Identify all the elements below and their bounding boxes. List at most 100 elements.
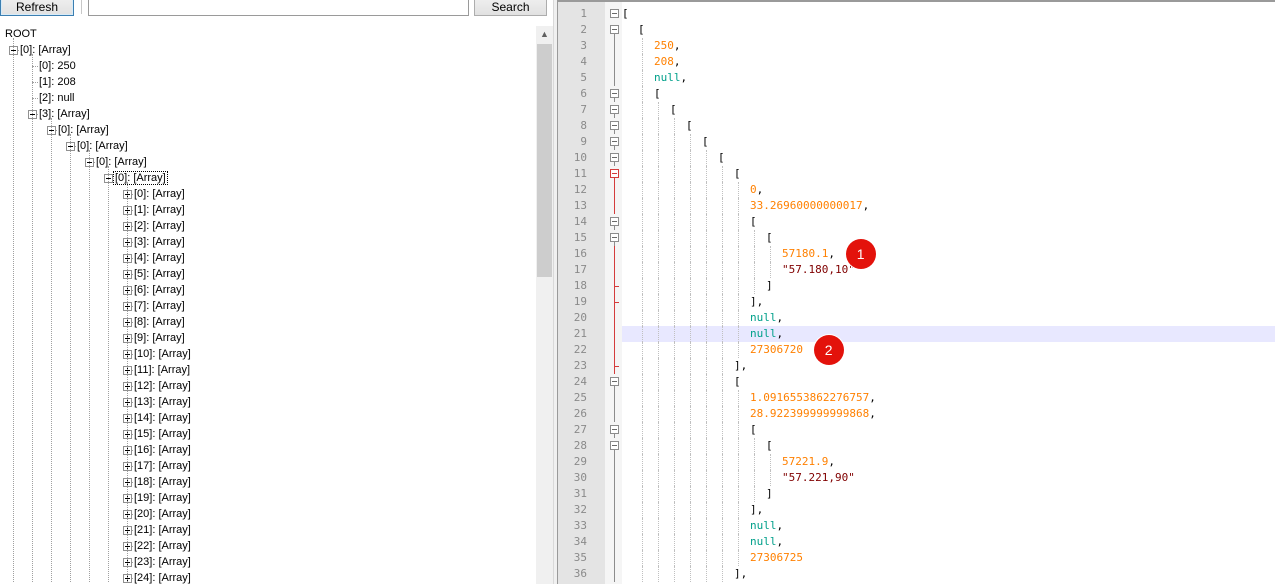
scroll-up-arrow-icon[interactable]: ▲ (536, 26, 553, 43)
code-line[interactable]: null, (750, 310, 783, 326)
code-line[interactable]: [ (734, 166, 741, 182)
code-line[interactable]: 33.26960000000017, (750, 198, 869, 214)
code-line[interactable]: [ (622, 6, 629, 22)
code-line[interactable]: [ (750, 422, 757, 438)
tree-node[interactable]: [0]: [Array] (133, 186, 186, 202)
tree-node[interactable]: [1]: [Array] (133, 202, 186, 218)
line-number: 33 (573, 519, 587, 532)
tree-node[interactable]: [9]: [Array] (133, 330, 186, 346)
tree-node[interactable]: [2]: null (38, 90, 75, 106)
code-line[interactable]: 208, (654, 54, 681, 70)
tree-node[interactable]: [1]: 208 (38, 74, 77, 90)
code-line[interactable]: 1.0916553862276757, (750, 390, 876, 406)
code-line[interactable]: [ (654, 86, 661, 102)
code-line[interactable]: 57180.1, (782, 246, 835, 262)
tree-node[interactable]: [11]: [Array] (133, 362, 191, 378)
code-editor[interactable]: 1 2 3 4 5 6 7 8 9 10 11 12 13 14 15 16 17 18 19 20 21 22 23 24 2… (557, 0, 1275, 584)
code-line[interactable]: null, (750, 534, 783, 550)
tree-root[interactable]: ROOT (4, 26, 38, 42)
code-line[interactable]: [ (766, 438, 773, 454)
code-line[interactable]: ], (750, 502, 763, 518)
code-line[interactable]: 250, (654, 38, 681, 54)
scrollbar-thumb[interactable] (537, 44, 552, 277)
fold-toggle-icon[interactable] (610, 377, 619, 386)
tree-node-label: [20]: [Array] (134, 508, 191, 520)
search-input[interactable] (88, 0, 469, 16)
fold-toggle-icon[interactable] (610, 121, 619, 130)
tree-node[interactable]: [3]: [Array] (133, 234, 186, 250)
code-line[interactable]: "57.221,90" (782, 470, 855, 486)
code-line[interactable]: 57221.9, (782, 454, 835, 470)
tree-node[interactable]: [15]: [Array] (133, 426, 192, 442)
tree-node[interactable]: [6]: [Array] (133, 282, 186, 298)
tree-node[interactable]: [14]: [Array] (133, 410, 192, 426)
line-number: 15 (573, 231, 587, 244)
fold-toggle-icon[interactable] (610, 25, 619, 34)
code-line[interactable]: [ (686, 118, 693, 134)
code-line[interactable]: null, (750, 518, 783, 534)
fold-toggle-icon[interactable] (610, 233, 619, 242)
code-line[interactable]: ], (750, 294, 763, 310)
tree-node[interactable]: [23]: [Array] (133, 554, 192, 570)
tree-node[interactable]: [19]: [Array] (133, 490, 192, 506)
code-line[interactable]: 27306720 (750, 342, 803, 358)
code-line[interactable]: 27306725 (750, 550, 803, 566)
code-line[interactable]: [ (734, 374, 741, 390)
tree-node[interactable]: [0]: [Array] (19, 42, 72, 58)
code-line[interactable]: ], (734, 358, 747, 374)
code-line[interactable]: 28.922399999999868, (750, 406, 876, 422)
code-token: , (673, 39, 681, 52)
code-line[interactable]: ] (766, 486, 773, 502)
tree-node[interactable]: [0]: [Array] (113, 170, 168, 186)
refresh-button[interactable]: Refresh (0, 0, 74, 16)
fold-toggle-icon[interactable] (610, 105, 619, 114)
tree-node[interactable]: [22]: [Array] (133, 538, 192, 554)
tree-node[interactable]: [12]: [Array] (133, 378, 192, 394)
search-button[interactable]: Search (474, 0, 547, 16)
tree-node[interactable]: [4]: [Array] (133, 250, 186, 266)
tree-scrollbar[interactable]: ▲ (536, 26, 553, 584)
code-line[interactable]: ] (766, 278, 773, 294)
code-line[interactable]: 0, (750, 182, 763, 198)
fold-toggle-icon[interactable] (610, 441, 619, 450)
tree-node[interactable]: [0]: [Array] (57, 122, 110, 138)
tree-node[interactable]: [8]: [Array] (133, 314, 186, 330)
tree-node[interactable]: [13]: [Array] (133, 394, 192, 410)
tree-node[interactable]: [7]: [Array] (133, 298, 186, 314)
code-area[interactable]: [[250, 208, null,[[[[[[0, 33.26960000000017… (622, 2, 1275, 584)
tree-node[interactable]: [10]: [Array] (133, 346, 192, 362)
tree-node[interactable]: [0]: 250 (38, 58, 77, 74)
code-token: [ (718, 151, 725, 164)
fold-toggle-icon[interactable] (610, 425, 619, 434)
tree-node[interactable]: [5]: [Array] (133, 266, 186, 282)
fold-toggle-icon[interactable] (610, 9, 619, 18)
tree-node[interactable]: [18]: [Array] (133, 474, 192, 490)
fold-toggle-icon[interactable] (610, 169, 619, 178)
tree-node[interactable]: [20]: [Array] (133, 506, 192, 522)
code-line[interactable]: [ (766, 230, 773, 246)
tree-node[interactable]: [0]: [Array] (95, 154, 148, 170)
code-line[interactable]: [ (750, 214, 757, 230)
tree-node[interactable]: [0]: [Array] (76, 138, 129, 154)
code-line[interactable]: [ (638, 22, 645, 38)
code-line[interactable]: ], (734, 566, 747, 582)
tree-node[interactable]: [16]: [Array] (133, 442, 192, 458)
fold-toggle-icon[interactable] (610, 89, 619, 98)
tree-node[interactable]: [3]: [Array] (38, 106, 91, 122)
tree-view[interactable]: ROOT [0]: [Array] [0]: 250 [1]: 208 [2]: nu… (0, 26, 536, 584)
tree-node[interactable]: [21]: [Array] (133, 522, 192, 538)
tree-node[interactable]: [24]: [Array] (133, 570, 192, 584)
tree-node[interactable]: [2]: [Array] (133, 218, 186, 234)
tree-node[interactable]: [17]: [Array] (133, 458, 192, 474)
fold-toggle-icon[interactable] (610, 153, 619, 162)
code-line[interactable]: [ (670, 102, 677, 118)
code-line[interactable]: "57.180,10" (782, 262, 855, 278)
indent-guide (658, 438, 659, 454)
indent-guide (642, 198, 643, 214)
code-line[interactable]: [ (718, 150, 725, 166)
fold-toggle-icon[interactable] (610, 217, 619, 226)
code-line[interactable]: null, (654, 70, 687, 86)
code-line[interactable]: null, (750, 326, 783, 342)
code-line[interactable]: [ (702, 134, 709, 150)
fold-toggle-icon[interactable] (610, 137, 619, 146)
